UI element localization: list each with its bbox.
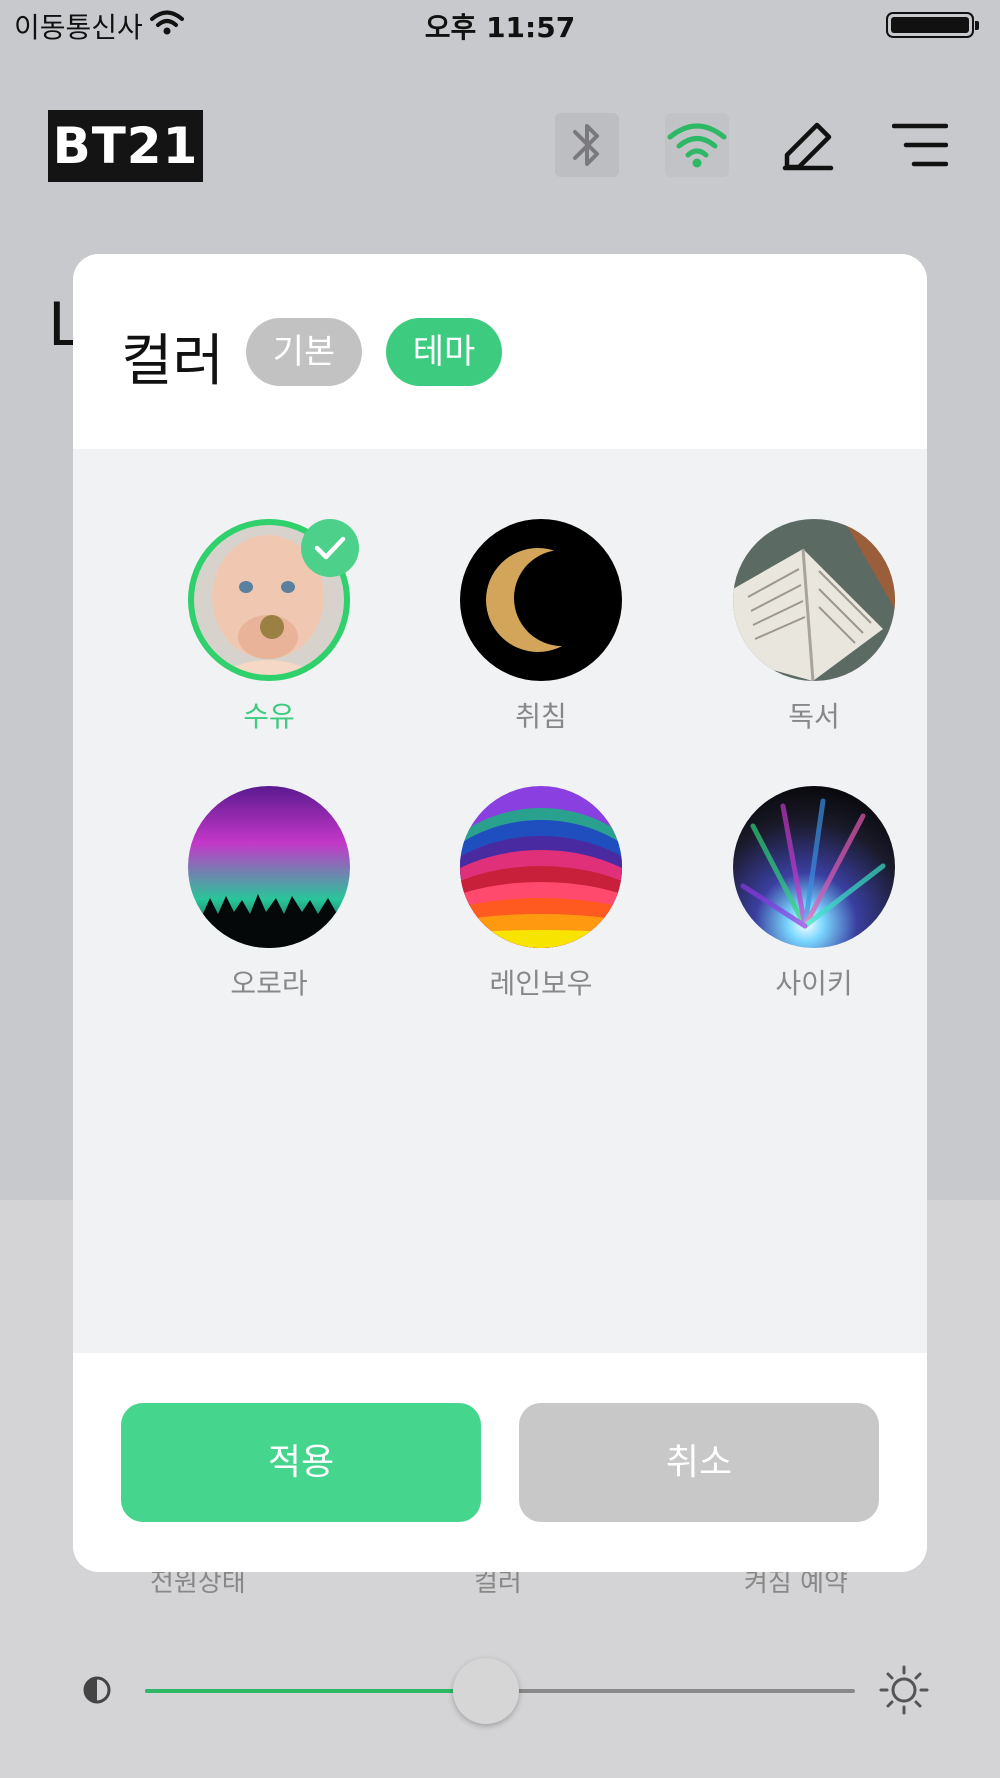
tab-basic[interactable]: 기본 — [246, 318, 362, 386]
moon-icon — [460, 519, 622, 681]
clock: 오후 11:57 — [424, 11, 576, 44]
modal-footer: 적용 취소 — [73, 1353, 927, 1572]
theme-item-feeding[interactable]: 수유 — [159, 519, 379, 759]
bt21-logo: BT21 — [48, 110, 203, 182]
bluetooth-icon[interactable] — [555, 113, 619, 177]
edit-icon[interactable] — [775, 113, 839, 177]
theme-item-aurora[interactable]: 오로라 — [159, 786, 379, 1026]
theme-item-rainbow[interactable]: 레인보우 — [431, 786, 651, 1026]
aurora-icon — [188, 786, 350, 948]
sun-icon — [878, 1664, 930, 1720]
theme-item-psyche[interactable]: 사이키 — [704, 786, 924, 1026]
book-icon — [733, 519, 895, 681]
theme-label: 오로라 — [230, 967, 308, 1000]
check-icon — [301, 519, 359, 577]
tab-theme[interactable]: 테마 — [386, 318, 502, 386]
theme-item-sleep[interactable]: 취침 — [431, 519, 651, 759]
brightness-slider-fill — [145, 1689, 486, 1693]
rainbow-icon — [460, 786, 622, 948]
psychedelic-icon — [733, 786, 895, 948]
menu-icon[interactable] — [888, 113, 952, 177]
color-modal: 컬러 기본 테마 수유 취침 독서 오로라 레인보우 사이키 적용 취소 — [73, 254, 927, 1572]
theme-label: 독서 — [788, 700, 840, 733]
theme-grid: 수유 취침 독서 오로라 레인보우 사이키 — [73, 449, 927, 1353]
theme-item-reading[interactable]: 독서 — [704, 519, 924, 759]
theme-label: 사이키 — [775, 967, 853, 1000]
wifi-icon[interactable] — [665, 113, 729, 177]
brightness-slider-row — [0, 1650, 1000, 1730]
battery-icon — [886, 12, 979, 38]
modal-header: 컬러 기본 테마 — [73, 254, 927, 449]
theme-label: 레인보우 — [489, 967, 593, 1000]
status-bar: 이동통신사 오후 11:57 — [0, 0, 1000, 50]
apply-button[interactable]: 적용 — [121, 1403, 481, 1522]
contrast-icon — [82, 1672, 112, 1712]
brightness-slider-thumb[interactable] — [452, 1658, 519, 1724]
modal-title: 컬러 — [121, 329, 225, 394]
theme-label: 수유 — [243, 700, 295, 733]
theme-label: 취침 — [515, 700, 567, 733]
cancel-button[interactable]: 취소 — [519, 1403, 879, 1522]
